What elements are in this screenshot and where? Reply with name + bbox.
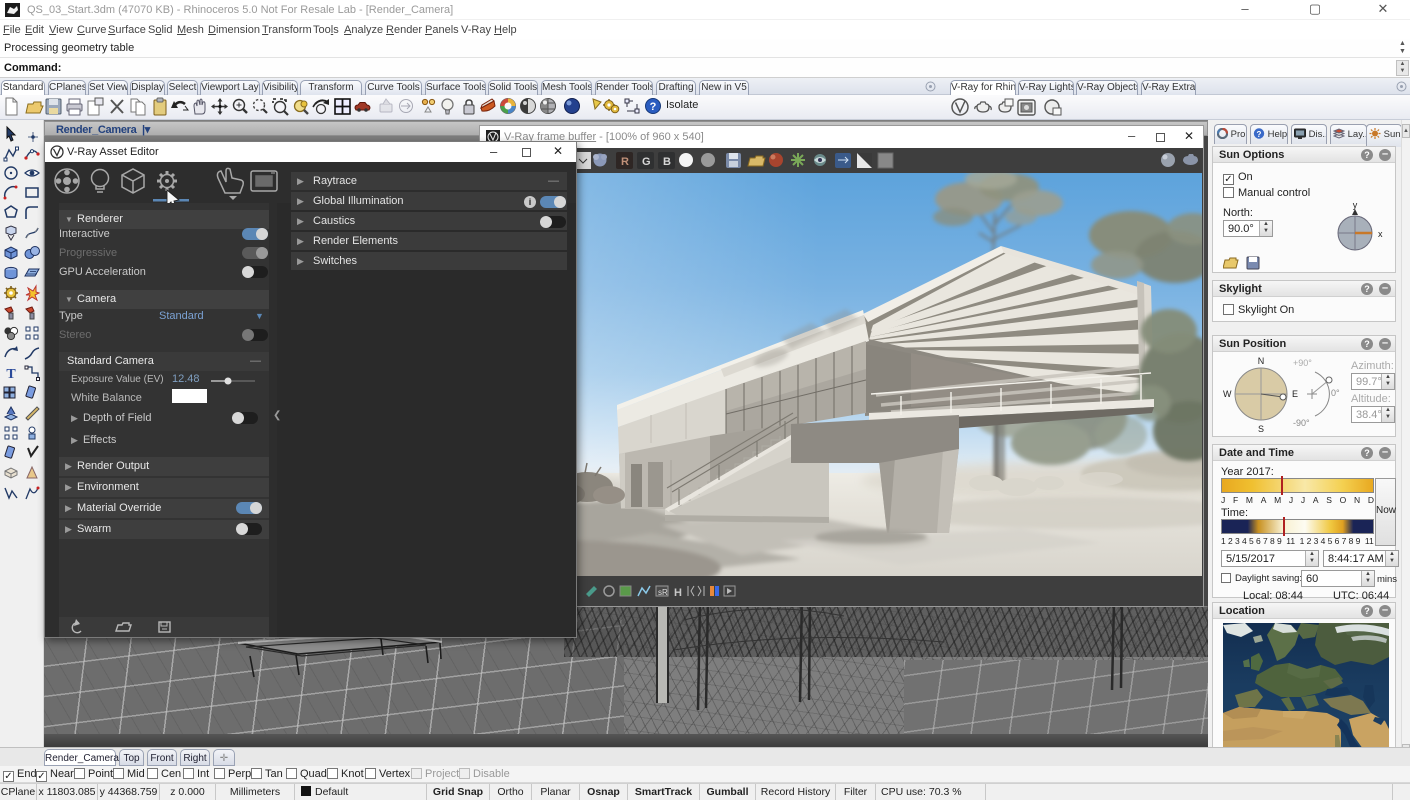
svg-text:R: R: [621, 156, 629, 168]
svg-text:S: S: [1258, 424, 1264, 434]
svg-text:E: E: [1292, 389, 1298, 399]
svg-text:y: y: [1353, 203, 1358, 210]
svg-text:N: N: [1258, 356, 1265, 366]
svg-text:G: G: [642, 156, 651, 168]
svg-text:?: ?: [1257, 130, 1262, 139]
svg-text:H: H: [674, 587, 682, 599]
svg-text:Isolate: Isolate: [666, 99, 698, 111]
svg-text:?: ?: [650, 101, 657, 113]
svg-text:sR: sR: [658, 588, 668, 597]
svg-text:W: W: [1223, 389, 1232, 399]
svg-text:x: x: [1378, 229, 1383, 239]
svg-text:B: B: [663, 156, 671, 168]
